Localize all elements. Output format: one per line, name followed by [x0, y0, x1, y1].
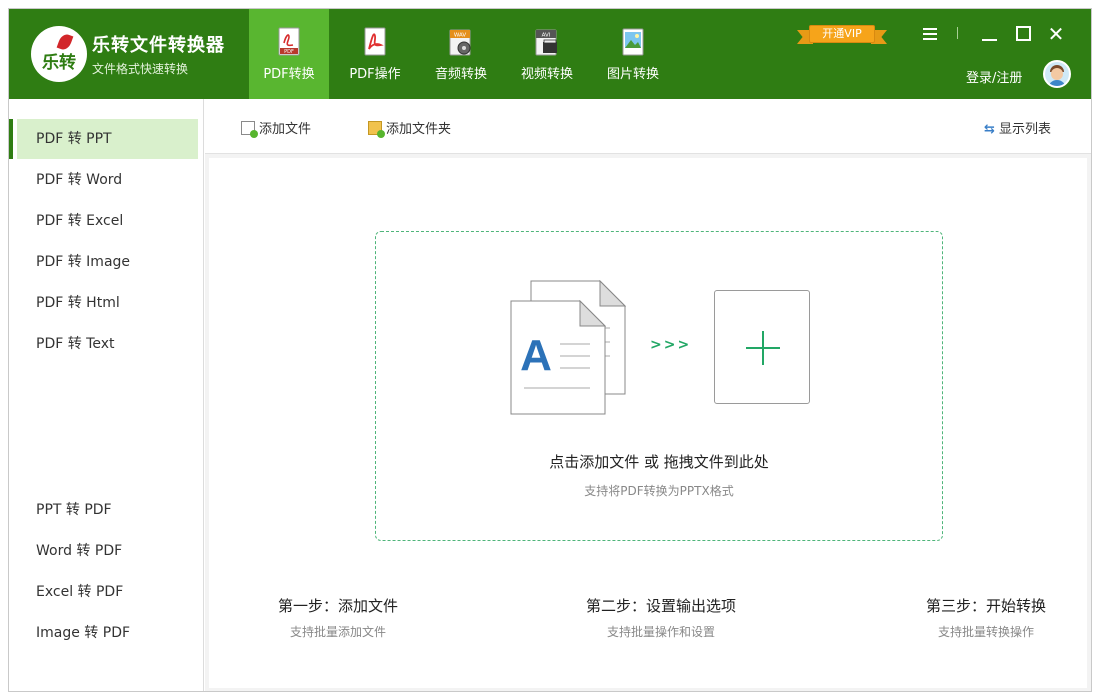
- tab-label: PDF转换: [263, 67, 315, 82]
- sidebar-item-pdf-to-image[interactable]: PDF 转 Image: [17, 242, 198, 282]
- minimize-icon[interactable]: [979, 23, 1001, 45]
- tab-pdf-operate[interactable]: PDF操作: [335, 9, 415, 99]
- sidebar-item-pdf-to-excel[interactable]: PDF 转 Excel: [17, 201, 198, 241]
- sidebar-item-word-to-pdf[interactable]: Word 转 PDF: [17, 531, 198, 571]
- sidebar-item-image-to-pdf[interactable]: Image 转 PDF: [17, 613, 198, 653]
- file-dropzone[interactable]: A >>> 点击添加文件 或 拖拽文件到此处 支持将PDF转换为PPTX格式: [375, 231, 943, 541]
- tab-pdf-convert[interactable]: PDF PDF转换: [249, 9, 329, 99]
- image-icon: [622, 28, 644, 56]
- show-list-icon: ⇆: [984, 122, 995, 137]
- step-title: 第三步：开始转换: [925, 597, 1046, 615]
- step-1: 第一步：添加文件 支持批量添加文件: [208, 595, 468, 640]
- add-folder-icon: [368, 121, 385, 138]
- sidebar-item-pdf-to-ppt[interactable]: PDF 转 PPT: [9, 119, 198, 159]
- maximize-icon[interactable]: [1013, 23, 1035, 45]
- sidebar-item-excel-to-pdf[interactable]: Excel 转 PDF: [17, 572, 198, 612]
- add-folder-button[interactable]: 添加文件夹: [368, 118, 452, 138]
- content-area: A >>> 点击添加文件 或 拖拽文件到此处 支持将PDF转换为PPTX格式 第…: [205, 154, 1091, 691]
- dropzone-instruction: 点击添加文件 或 拖拽文件到此处: [549, 453, 769, 471]
- tab-audio-convert[interactable]: WAV 音频转换: [421, 9, 501, 99]
- sidebar-item-ppt-to-pdf[interactable]: PPT 转 PDF: [17, 490, 198, 530]
- toolbar: 添加文件 添加文件夹 ⇆ 显示列表: [205, 99, 1091, 154]
- step-3: 第三步：开始转换 支持批量转换操作: [856, 595, 1091, 640]
- tab-label: PDF操作: [349, 67, 401, 82]
- add-file-button[interactable]: 添加文件: [241, 118, 312, 138]
- app-title: 乐转文件转换器: [92, 35, 225, 56]
- content-panel: A >>> 点击添加文件 或 拖拽文件到此处 支持将PDF转换为PPTX格式 第…: [209, 158, 1087, 688]
- add-target-box[interactable]: [714, 290, 810, 404]
- sidebar-item-pdf-to-text[interactable]: PDF 转 Text: [17, 324, 198, 364]
- tab-label: 图片转换: [606, 67, 659, 82]
- sidebar-item-pdf-to-word[interactable]: PDF 转 Word: [17, 160, 198, 200]
- vip-button[interactable]: 开通VIP: [797, 23, 887, 47]
- sidebar: PDF 转 PPT PDF 转 Word PDF 转 Excel PDF 转 I…: [9, 99, 204, 691]
- doc-letter: A: [520, 331, 552, 380]
- title-separator: [957, 27, 958, 39]
- login-register-link[interactable]: 登录/注册: [966, 67, 1022, 86]
- pdf-convert-icon: PDF: [278, 27, 300, 56]
- app-window: 乐转 乐转文件转换器 文件格式快速转换 PDF PDF转换 PDF操作 WAV …: [8, 8, 1092, 692]
- document-icon: A: [510, 300, 606, 415]
- tab-image-convert[interactable]: 图片转换: [593, 9, 673, 99]
- pdf-badge-text: PDF: [284, 49, 294, 55]
- top-nav: PDF PDF转换 PDF操作 WAV 音频转换 AVI 视频转换 图片转换: [249, 9, 679, 99]
- tab-video-convert[interactable]: AVI 视频转换: [507, 9, 587, 99]
- app-subtitle: 文件格式快速转换: [92, 62, 189, 76]
- avatar[interactable]: [1043, 60, 1071, 88]
- step-title: 第二步：设置输出选项: [585, 597, 736, 615]
- show-list-label: 显示列表: [999, 122, 1052, 137]
- avi-badge-text: AVI: [542, 33, 551, 39]
- wav-badge-text: WAV: [454, 33, 467, 39]
- dropzone-hint: 支持将PDF转换为PPTX格式: [584, 484, 734, 498]
- sidebar-item-pdf-to-html[interactable]: PDF 转 Html: [17, 283, 198, 323]
- pdf-operate-icon: [364, 27, 386, 56]
- app-logo: 乐转: [31, 26, 87, 82]
- step-desc: 支持批量操作和设置: [606, 625, 715, 639]
- tab-label: 音频转换: [434, 67, 487, 82]
- add-file-label: 添加文件: [259, 122, 312, 137]
- step-title: 第一步：添加文件: [277, 597, 398, 615]
- audio-wav-icon: WAV: [449, 29, 471, 56]
- close-icon[interactable]: ✕: [1045, 23, 1067, 45]
- tab-label: 视频转换: [520, 67, 573, 82]
- step-desc: 支持批量添加文件: [289, 625, 386, 639]
- add-file-icon: [241, 121, 258, 138]
- add-folder-label: 添加文件夹: [386, 122, 452, 137]
- show-list-button[interactable]: ⇆ 显示列表: [984, 118, 1051, 137]
- step-2: 第二步：设置输出选项 支持批量操作和设置: [531, 595, 791, 640]
- menu-icon[interactable]: [919, 23, 941, 45]
- convert-arrows-icon: >>>: [650, 337, 692, 353]
- vip-label: 开通VIP: [809, 25, 875, 43]
- header-bar: 乐转 乐转文件转换器 文件格式快速转换 PDF PDF转换 PDF操作 WAV …: [9, 9, 1091, 99]
- step-desc: 支持批量转换操作: [937, 625, 1034, 639]
- video-avi-icon: AVI: [535, 29, 557, 56]
- logo-text: 乐转: [42, 53, 76, 73]
